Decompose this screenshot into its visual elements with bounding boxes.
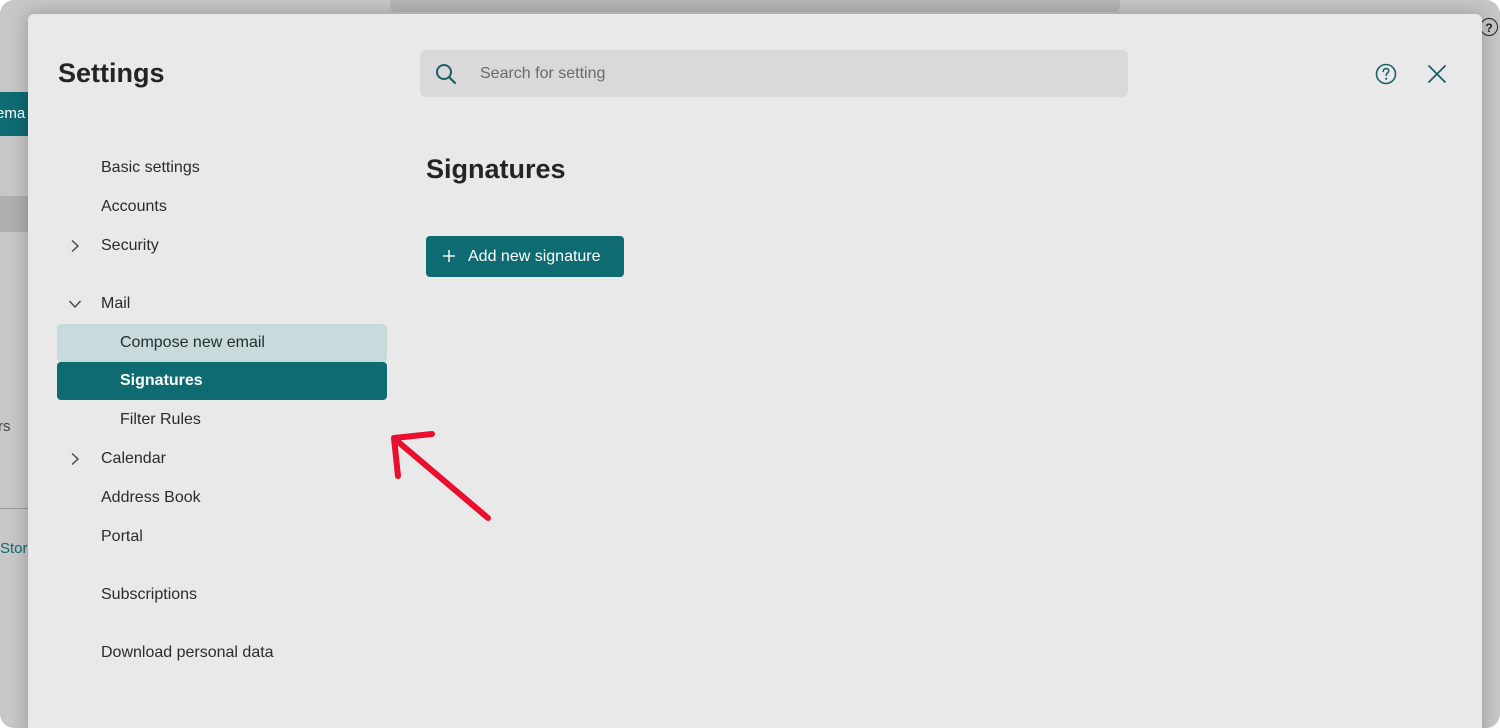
nav-item-filter-rules[interactable]: Filter Rules [57, 401, 387, 439]
nav-item-label: Portal [101, 528, 143, 545]
settings-title: Settings [58, 58, 165, 88]
nav-item-label: Calendar [101, 450, 166, 467]
nav-item-security[interactable]: Security [57, 227, 387, 265]
nav-item-label: Mail [101, 295, 131, 312]
nav-item-subscriptions[interactable]: Subscriptions [57, 576, 387, 614]
close-icon[interactable] [1425, 62, 1449, 86]
nav-item-label: Compose new email [120, 334, 265, 351]
background-text: rs [0, 418, 11, 435]
nav-item-label: Address Book [101, 489, 201, 506]
nav-item-label: Filter Rules [120, 411, 201, 428]
add-new-signature-label: Add new signature [468, 248, 601, 265]
background-top-bar [390, 0, 1120, 12]
nav-item-portal[interactable]: Portal [57, 518, 387, 556]
background-help-icon: ? [1480, 18, 1498, 36]
nav-item-signatures[interactable]: Signatures [57, 362, 387, 400]
nav-item-label: Signatures [120, 372, 203, 389]
nav-item-accounts[interactable]: Accounts [57, 188, 387, 226]
help-circle-icon[interactable] [1374, 62, 1398, 86]
nav-item-label: Security [101, 237, 159, 254]
chevron-down-icon [68, 300, 82, 309]
settings-search-box[interactable] [420, 50, 1128, 97]
nav-item-calendar[interactable]: Calendar [57, 440, 387, 478]
search-input[interactable] [480, 50, 1100, 97]
background-selected-strip [0, 196, 28, 232]
chevron-right-icon [71, 239, 80, 253]
nav-item-download-personal-data[interactable]: Download personal data [57, 634, 387, 672]
settings-dialog: Settings Basic settings Accounts Securit… [28, 14, 1482, 728]
nav-item-basic-settings[interactable]: Basic settings [57, 149, 387, 187]
signatures-heading: Signatures [426, 154, 566, 184]
plus-icon [443, 250, 455, 262]
nav-item-compose-new-email[interactable]: Compose new email [57, 324, 387, 362]
add-new-signature-button[interactable]: Add new signature [426, 236, 624, 277]
nav-item-label: Download personal data [101, 644, 274, 661]
nav-item-address-book[interactable]: Address Book [57, 479, 387, 517]
nav-item-label: Basic settings [101, 159, 200, 176]
nav-item-mail[interactable]: Mail [57, 285, 387, 323]
nav-item-label: Subscriptions [101, 586, 198, 603]
background-text-storage: Stor [0, 540, 28, 557]
red-arrow-annotation [391, 431, 491, 521]
chevron-right-icon [71, 452, 80, 466]
search-icon [436, 64, 457, 85]
background-divider [0, 508, 28, 509]
background-new-email-button: ema [0, 92, 28, 136]
nav-item-label: Accounts [101, 198, 167, 215]
